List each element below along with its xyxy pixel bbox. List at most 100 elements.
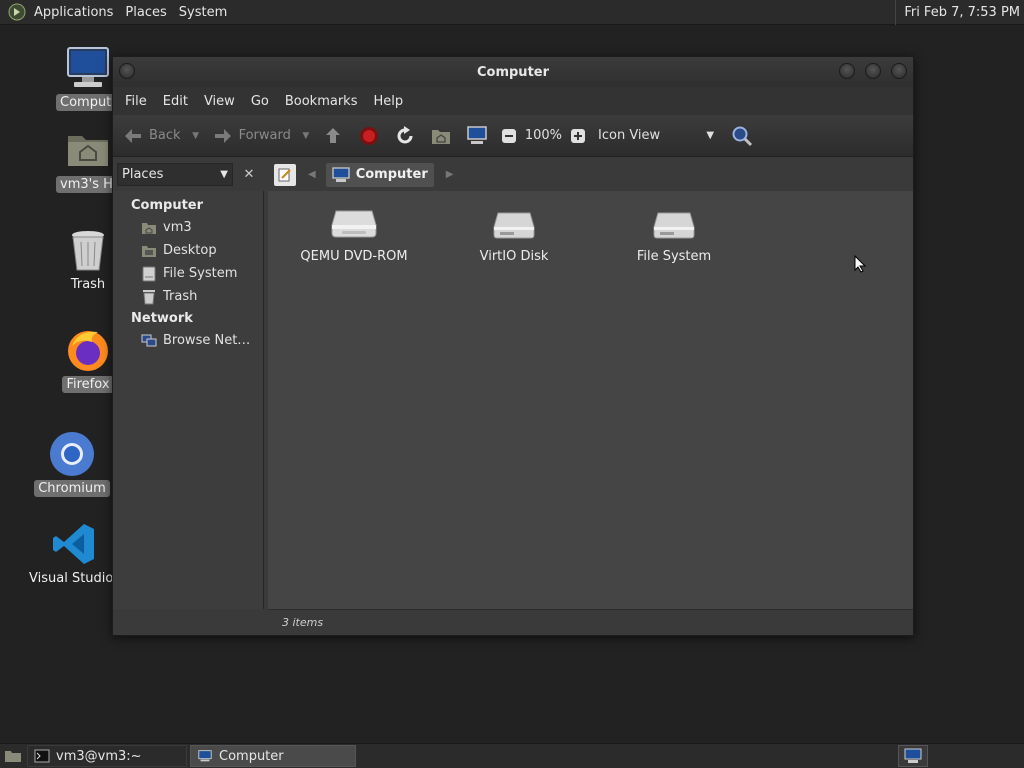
up-arrow-icon — [321, 124, 345, 148]
back-arrow-icon — [121, 124, 145, 148]
view-mode-select[interactable]: Icon View ▼ — [594, 121, 722, 151]
status-text: 3 items — [282, 616, 324, 629]
desktop-icon-label: Firefox — [62, 376, 114, 393]
applications-menu[interactable]: Applications — [28, 5, 119, 20]
file-item-file-system[interactable]: File System — [604, 205, 744, 264]
bottom-panel: vm3@vm3:~ Computer — [0, 743, 1024, 768]
sidebar-footer — [113, 609, 264, 635]
computer-icon — [904, 748, 922, 763]
mate-logo-icon[interactable] — [6, 1, 28, 23]
chromium-icon — [48, 430, 96, 478]
edit-menu[interactable]: Edit — [155, 94, 196, 109]
minimize-button[interactable] — [839, 63, 855, 79]
stop-button[interactable] — [357, 121, 381, 151]
help-menu[interactable]: Help — [365, 94, 411, 109]
window-titlebar[interactable]: Computer — [113, 57, 913, 87]
sidebar-selector[interactable]: Places ▼ — [117, 163, 233, 186]
home-folder-icon — [141, 220, 157, 236]
places-sidebar: Computer vm3 Desktop File System Trash N… — [113, 191, 264, 635]
close-button[interactable] — [891, 63, 907, 79]
pathbar-right-arrow[interactable]: ▶ — [446, 169, 454, 180]
zoom-in-icon[interactable] — [566, 124, 590, 148]
home-folder-icon — [64, 126, 112, 174]
sidebar-header: Places ▼ ✕ — [117, 162, 261, 187]
places-menu[interactable]: Places — [119, 5, 172, 20]
window-menu-button[interactable] — [119, 63, 135, 79]
workspace-switcher[interactable] — [898, 745, 928, 767]
computer-icon — [64, 44, 112, 92]
desktop-icon-label: Chromium — [34, 480, 110, 497]
forward-history-dropdown[interactable]: ▼ — [299, 131, 313, 141]
desktop-icon-label: Visual Studio Code — [29, 571, 123, 586]
go-menu[interactable]: Go — [243, 94, 277, 109]
optical-drive-icon — [330, 205, 378, 245]
hard-disk-icon — [490, 205, 538, 245]
edit-icon — [278, 168, 291, 181]
desktop-icon-label: Trash — [70, 277, 106, 292]
reload-icon — [393, 124, 417, 148]
breadcrumb-computer[interactable]: Computer — [325, 162, 434, 187]
clock[interactable]: Fri Feb 7, 7:53 PM — [895, 0, 1020, 25]
toolbar: Back ▼ Forward ▼ 100% Icon View ▼ — [113, 115, 913, 157]
back-button[interactable]: Back — [121, 121, 185, 151]
desktop-icon-label: Computer — [56, 94, 120, 111]
sidebar-item-trash[interactable]: Trash — [113, 285, 263, 308]
close-icon: ✕ — [243, 167, 255, 182]
search-icon — [730, 124, 754, 148]
computer-icon — [332, 166, 350, 182]
network-icon — [141, 333, 157, 349]
zoom-level: 100% — [524, 128, 563, 143]
top-panel: Applications Places System Fri Feb 7, 7:… — [0, 0, 1024, 25]
trash-icon — [64, 226, 112, 274]
sidebar-item-browse-network[interactable]: Browse Net… — [113, 329, 263, 352]
file-item-virtio-disk[interactable]: VirtIO Disk — [444, 205, 584, 264]
show-desktop-button[interactable] — [2, 746, 24, 766]
system-menu[interactable]: System — [173, 5, 233, 20]
location-edit-button[interactable] — [274, 163, 296, 186]
sidebar-item-desktop[interactable]: Desktop — [113, 239, 263, 262]
file-view[interactable]: QEMU DVD-ROM VirtIO Disk File System — [268, 191, 913, 609]
forward-button[interactable]: Forward — [211, 121, 295, 151]
stop-icon — [357, 124, 381, 148]
vscode-icon — [50, 520, 98, 568]
firefox-icon — [64, 326, 112, 374]
status-bar: 3 items — [268, 609, 913, 635]
zoom-out-icon[interactable] — [497, 124, 521, 148]
maximize-button[interactable] — [865, 63, 881, 79]
hard-disk-icon — [650, 205, 698, 245]
computer-button[interactable] — [465, 121, 489, 151]
file-menu[interactable]: File — [117, 94, 155, 109]
view-menu[interactable]: View — [196, 94, 243, 109]
sidebar-section-computer: Computer — [131, 198, 204, 213]
sidebar-item-file-system[interactable]: File System — [113, 262, 263, 285]
terminal-icon — [34, 749, 50, 763]
zoom-control: 100% — [497, 121, 590, 151]
home-button[interactable] — [429, 121, 453, 151]
show-desktop-icon — [5, 751, 21, 762]
file-item-qemu-dvd-rom[interactable]: QEMU DVD-ROM — [284, 205, 424, 264]
bookmarks-menu[interactable]: Bookmarks — [277, 94, 366, 109]
home-folder-icon — [429, 124, 453, 148]
search-button[interactable] — [730, 121, 754, 151]
forward-arrow-icon — [211, 124, 235, 148]
window-title: Computer — [476, 64, 550, 80]
pathbar: ◀ Computer ▶ — [268, 158, 913, 191]
computer-icon — [197, 749, 213, 763]
up-button[interactable] — [321, 121, 345, 151]
sidebar-item-vm3[interactable]: vm3 — [113, 216, 263, 239]
task-terminal[interactable]: vm3@vm3:~ — [27, 745, 187, 767]
desktop-icon-label: vm3's Home — [56, 176, 120, 193]
menubar: File Edit View Go Bookmarks Help — [113, 87, 913, 115]
mouse-pointer-icon — [854, 254, 867, 277]
chevron-down-icon: ▼ — [220, 169, 228, 180]
pathbar-left-arrow[interactable]: ◀ — [308, 169, 316, 180]
task-computer[interactable]: Computer — [190, 745, 356, 767]
desktop-folder-icon — [141, 243, 157, 259]
hard-disk-icon — [141, 266, 157, 282]
back-history-dropdown[interactable]: ▼ — [189, 131, 203, 141]
sidebar-section-network: Network — [131, 311, 193, 326]
file-manager-window: Computer File Edit View Go Bookmarks Hel… — [112, 56, 914, 636]
trash-icon — [141, 289, 157, 305]
reload-button[interactable] — [393, 121, 417, 151]
sidebar-close-button[interactable]: ✕ — [237, 163, 261, 186]
